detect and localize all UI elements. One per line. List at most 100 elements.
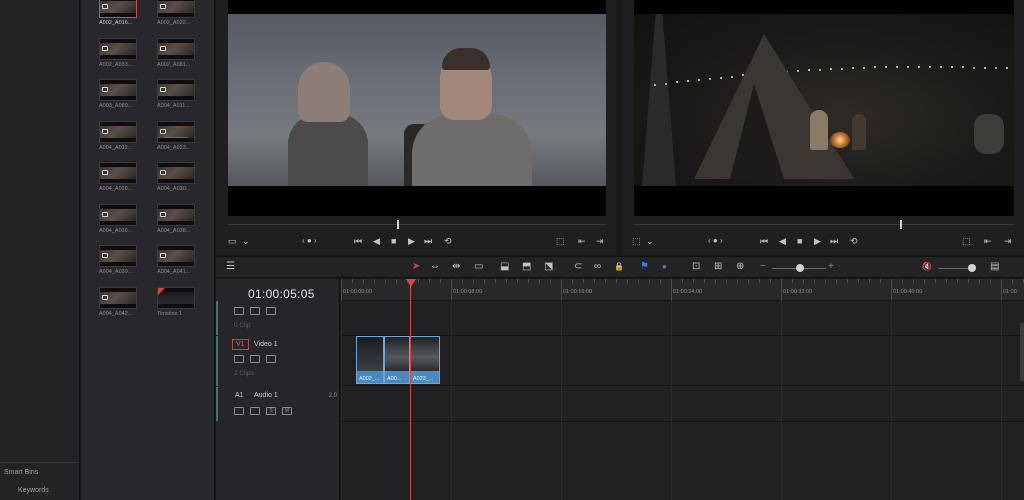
track-name-a1[interactable]: Audio 1 bbox=[254, 392, 278, 399]
play-reverse-icon[interactable]: ◀ bbox=[779, 236, 786, 247]
mark-out-icon[interactable]: ⇥ bbox=[1004, 236, 1012, 247]
zoom-out-icon[interactable]: − bbox=[760, 261, 766, 273]
media-pool-clip[interactable]: A004_A030... bbox=[157, 162, 197, 194]
first-frame-icon[interactable]: ⏮ bbox=[760, 236, 768, 247]
viewer-mode-icon[interactable]: ⬚ bbox=[632, 236, 641, 247]
flag-icon[interactable]: ⚑ bbox=[640, 261, 649, 273]
timeline-clip[interactable]: A002_... bbox=[356, 336, 384, 384]
audio-meter-icon[interactable]: ▤ bbox=[990, 261, 999, 273]
full-extent-zoom-icon[interactable]: ⊡ bbox=[692, 261, 700, 273]
timeline-layout-icon[interactable]: ☰ bbox=[226, 261, 235, 273]
lock-track-icon[interactable] bbox=[234, 407, 244, 415]
first-frame-icon[interactable]: ⏮ bbox=[354, 236, 362, 247]
timeline-viewer: ⬚ ⌄ ‹ ● › ⏮ ◀ ■ ▶ ⏭ ⟲ ⬚ ⇤ ⇥ bbox=[622, 0, 1024, 255]
timeline-viewer-frame[interactable] bbox=[634, 0, 1014, 216]
zoom-in-icon[interactable]: + bbox=[828, 261, 834, 273]
in-out-icon[interactable]: ⬚ bbox=[962, 236, 971, 247]
track-header-empty: 0 Clip bbox=[216, 301, 340, 335]
source-scrubber[interactable] bbox=[228, 224, 606, 225]
media-pool-clip[interactable]: A003_A089... bbox=[99, 79, 139, 111]
in-out-icon[interactable]: ⬚ bbox=[556, 236, 565, 247]
media-pool-clip[interactable]: A002_A033... bbox=[99, 37, 139, 70]
playhead-handle[interactable] bbox=[406, 279, 416, 287]
media-pool-clip[interactable]: A004_A011... bbox=[157, 79, 197, 111]
track-id-a1[interactable]: A1 bbox=[232, 391, 247, 400]
media-pool-clip[interactable]: A002_A016... bbox=[99, 0, 139, 28]
solo-button[interactable]: S bbox=[266, 407, 276, 415]
playhead[interactable] bbox=[410, 279, 411, 500]
media-pool-clip[interactable]: A004_A028... bbox=[99, 162, 139, 194]
mark-out-icon[interactable]: ⇥ bbox=[596, 236, 604, 247]
media-pool-clip[interactable]: A004_A039... bbox=[99, 245, 139, 277]
timeline-area[interactable]: 01:00:00:00 01:00:08:00 01:00:16:00 01:00:2… bbox=[341, 279, 1024, 500]
jog-control-icon[interactable]: ‹ ● › bbox=[302, 236, 317, 245]
stop-icon[interactable]: ■ bbox=[391, 236, 396, 246]
custom-zoom-icon[interactable]: ⊕ bbox=[736, 261, 744, 273]
linked-selection-icon[interactable]: ∞ bbox=[594, 261, 601, 273]
smart-bins-label[interactable]: Smart Bins bbox=[4, 469, 38, 476]
track-enable-icon[interactable] bbox=[266, 307, 276, 315]
play-reverse-icon[interactable]: ◀ bbox=[373, 236, 380, 247]
timeline-clip[interactable]: A023_... bbox=[410, 336, 440, 384]
dropdown-icon[interactable]: ⌄ bbox=[242, 236, 250, 247]
timeline-clip[interactable]: A00... bbox=[384, 336, 410, 384]
blade-tool-icon[interactable]: ▭ bbox=[474, 261, 483, 273]
trim-tool-icon[interactable]: ⇔ bbox=[430, 261, 440, 273]
track-id-v1[interactable]: V1 bbox=[232, 339, 249, 350]
media-pool-clip[interactable]: Timeline 1 bbox=[157, 286, 197, 319]
media-pool-clip[interactable]: A002_A081... bbox=[157, 37, 197, 70]
snapping-icon[interactable]: ⊂ bbox=[574, 261, 582, 273]
track-enable-icon[interactable] bbox=[266, 355, 276, 363]
in-use-indicator bbox=[164, 136, 188, 138]
source-scrub-handle[interactable] bbox=[397, 220, 399, 229]
video-clip-icon bbox=[102, 253, 108, 258]
timeline-scrubber[interactable] bbox=[634, 224, 1014, 225]
dynamic-trim-icon[interactable]: ⇹ bbox=[452, 261, 460, 273]
lock-track-icon[interactable] bbox=[234, 355, 244, 363]
media-pool-clip[interactable]: A004_A038... bbox=[157, 203, 197, 236]
detail-zoom-icon[interactable]: ⊞ bbox=[714, 261, 722, 273]
auto-select-icon[interactable] bbox=[250, 307, 260, 315]
stop-icon[interactable]: ■ bbox=[797, 236, 802, 246]
clip-label: A002_... bbox=[359, 376, 380, 382]
volume-slider-knob[interactable] bbox=[968, 264, 976, 272]
track-name-v1[interactable]: Video 1 bbox=[254, 341, 278, 348]
timeline-ruler[interactable]: 01:00:00:00 01:00:08:00 01:00:16:00 01:00:2… bbox=[341, 279, 1024, 301]
zoom-slider-knob[interactable] bbox=[796, 264, 804, 272]
last-frame-icon[interactable]: ⏭ bbox=[830, 236, 838, 247]
mute-icon[interactable]: 🔇 bbox=[922, 261, 932, 273]
media-pool-clip[interactable]: A004_A023... bbox=[157, 120, 197, 153]
auto-select-icon[interactable] bbox=[250, 355, 260, 363]
source-viewer-frame[interactable] bbox=[228, 0, 606, 216]
loop-icon[interactable]: ⟲ bbox=[850, 236, 858, 247]
media-pool-clip[interactable]: A004_A041... bbox=[157, 245, 197, 277]
overwrite-clip-icon[interactable]: ⬒ bbox=[522, 261, 531, 273]
timeline-icon bbox=[158, 287, 165, 295]
mute-button[interactable]: M bbox=[282, 407, 292, 415]
jog-control-icon[interactable]: ‹ ● › bbox=[708, 236, 723, 245]
media-pool-clip[interactable]: A004_A036... bbox=[99, 203, 139, 236]
last-frame-icon[interactable]: ⏭ bbox=[424, 236, 432, 247]
clip-name: A004_A041... bbox=[157, 269, 191, 275]
insert-clip-icon[interactable]: ⬓ bbox=[500, 261, 509, 273]
marker-icon[interactable]: ● bbox=[662, 261, 667, 273]
auto-select-icon[interactable] bbox=[250, 407, 260, 415]
viewer-mode-icon[interactable]: ▭ bbox=[228, 236, 237, 247]
media-pool-clip[interactable]: A004_A012... bbox=[99, 120, 139, 153]
dropdown-icon[interactable]: ⌄ bbox=[646, 236, 654, 247]
position-lock-icon[interactable]: 🔒 bbox=[614, 261, 624, 273]
keywords-bin[interactable]: Keywords bbox=[18, 487, 49, 494]
play-icon[interactable]: ▶ bbox=[408, 236, 415, 247]
timeline-scrollbar[interactable] bbox=[1020, 323, 1024, 381]
selection-tool-icon[interactable]: ➤ bbox=[412, 261, 420, 273]
mark-in-icon[interactable]: ⇤ bbox=[578, 236, 586, 247]
media-pool-clip[interactable]: A002_A022... bbox=[157, 0, 197, 28]
play-icon[interactable]: ▶ bbox=[814, 236, 821, 247]
lock-track-icon[interactable] bbox=[234, 307, 244, 315]
media-pool-clip[interactable]: A004_A042... bbox=[99, 286, 139, 319]
mark-in-icon[interactable]: ⇤ bbox=[984, 236, 992, 247]
timeline-scrub-handle[interactable] bbox=[900, 220, 902, 229]
source-transport-controls: ▭ ⌄ ‹ ● › ⏮ ◀ ■ ▶ ⏭ ⟲ ⬚ ⇤ ⇥ bbox=[216, 232, 616, 252]
replace-clip-icon[interactable]: ⬔ bbox=[544, 261, 553, 273]
loop-icon[interactable]: ⟲ bbox=[444, 236, 452, 247]
